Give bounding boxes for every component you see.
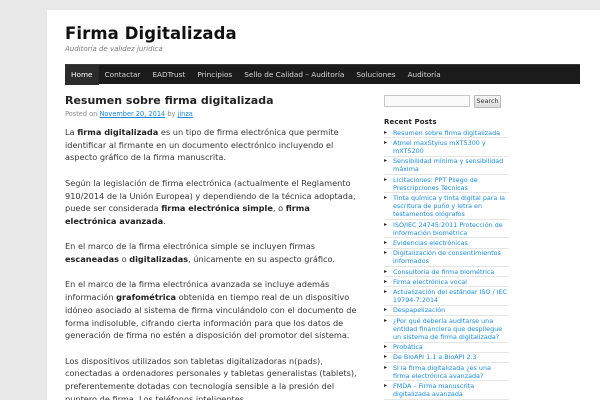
recent-post-link[interactable]: Actualización del estándar ISO / IEC 197… <box>384 287 509 306</box>
recent-post-link[interactable]: Probática <box>384 343 509 353</box>
recent-post-link[interactable]: Sensibilidad mínima y sensibilidad máxim… <box>384 157 509 176</box>
recent-post-link[interactable]: Si la firma digitalizada ¿es una firma e… <box>384 363 509 382</box>
recent-post-link[interactable]: FMDA – Firma manuscrita digitalizada ava… <box>384 381 509 400</box>
recent-post-link[interactable]: Tinta química y tinta digital para la es… <box>384 193 509 221</box>
nav-item-5[interactable]: Soluciones <box>350 65 401 85</box>
text-segment: , o <box>272 203 286 214</box>
recent-post-link[interactable]: Digitalización de consentimientos inform… <box>384 249 509 268</box>
nav-item-6[interactable]: Auditoría <box>402 65 447 85</box>
recent-post-link[interactable]: Evidencias electrónicas <box>384 238 509 249</box>
post-meta: Posted on November 20, 2014 by jinza <box>65 110 193 118</box>
post-paragraph: Según la legislación de firma electrónic… <box>65 177 357 228</box>
post-content: La firma digitalizada es un tipo de firm… <box>65 126 357 400</box>
post-paragraph: Los dispositivos utilizados son tabletas… <box>65 355 357 400</box>
text-segment: , únicamente en su aspecto gráfico. <box>188 254 336 264</box>
recent-post-link[interactable]: ISO/IEC 24745:2011 Protección de informa… <box>384 220 509 239</box>
nav-item-1[interactable]: Contactar <box>99 65 147 85</box>
recent-post-link[interactable]: Firma electrónica vocal <box>384 277 509 288</box>
recent-post-link[interactable]: Licitaciones: PPT Pliego de Prescripcion… <box>384 175 509 194</box>
search-input[interactable] <box>384 95 470 107</box>
recent-post-link[interactable]: De BioAPI 1.1 a BioAPI 2.3 <box>384 353 509 364</box>
by-label: by <box>165 110 178 118</box>
text-segment: En el marco de la firma electrónica simp… <box>65 241 315 252</box>
bold-text: escaneadas <box>65 254 119 264</box>
recent-post-link[interactable]: Consultoría de firma biométrica <box>384 267 509 278</box>
text-segment: La <box>65 127 78 137</box>
search-button[interactable]: Search <box>474 95 501 108</box>
page-container: Firma Digitalizada Auditoría de validez … <box>47 10 600 400</box>
recent-post-link[interactable]: ¿Por qué debería auditarse una entidad f… <box>384 316 509 343</box>
author-link[interactable]: jinza <box>178 110 193 118</box>
nav-item-4[interactable]: Sello de Calidad – Auditoría <box>238 65 350 85</box>
text-segment: o <box>118 254 130 264</box>
bold-text: firma electrónica simple <box>161 203 273 214</box>
bold-text: firma digitalizada <box>77 127 159 137</box>
text-segment: . <box>163 215 166 226</box>
recent-post-link[interactable]: Despapelización <box>384 306 509 317</box>
post-paragraph: En el marco de la firma electrónica avan… <box>65 278 357 342</box>
posted-on-label: Posted on <box>65 110 100 118</box>
recent-post-link[interactable]: Atmel maxStylus mXT5300 y mXT5200 <box>384 138 509 157</box>
bold-text: digitalizadas <box>129 254 189 264</box>
site-title[interactable]: Firma Digitalizada <box>65 24 237 43</box>
post-date-link[interactable]: November 20, 2014 <box>99 110 165 118</box>
recent-posts-heading: Recent Posts <box>384 118 437 126</box>
post-title[interactable]: Resumen sobre firma digitalizada <box>65 94 274 107</box>
site-description: Auditoría de validez jurídica <box>65 45 163 53</box>
post-paragraph: La firma digitalizada es un tipo de firm… <box>65 126 357 164</box>
post-paragraph: En el marco de la firma electrónica simp… <box>65 240 357 265</box>
recent-post-link[interactable]: Resumen sobre firma digitalizada <box>384 128 509 139</box>
recent-posts-list: Resumen sobre firma digitalizadaAtmel ma… <box>384 128 509 400</box>
main-navigation: Home Contactar EADTrust Principios Sello de … <box>65 64 580 85</box>
nav-item-2[interactable]: EADTrust <box>146 65 191 85</box>
bold-text: grafométrica <box>116 292 176 303</box>
text-segment: Los dispositivos utilizados son tabletas… <box>65 355 357 400</box>
nav-item-0[interactable]: Home <box>65 64 99 85</box>
nav-item-3[interactable]: Principios <box>191 65 238 85</box>
